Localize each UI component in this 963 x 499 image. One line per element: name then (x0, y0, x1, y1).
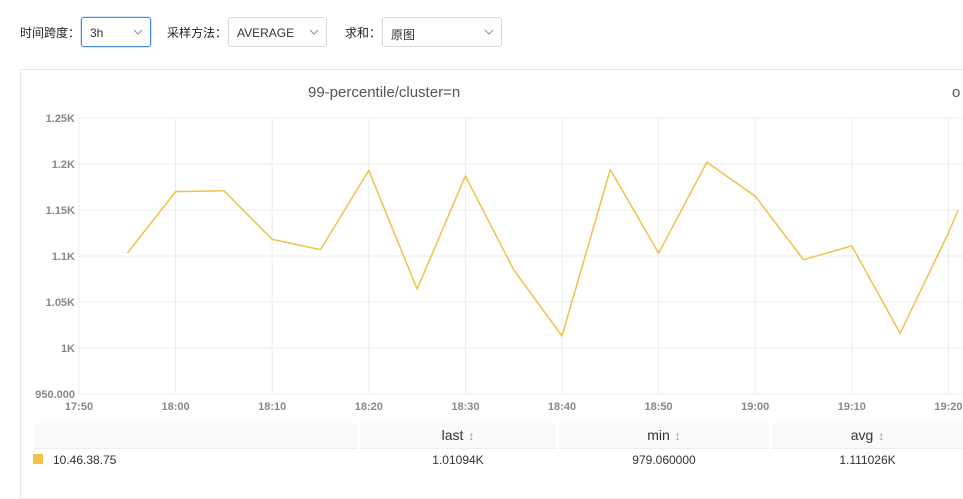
last-header-label: last (441, 427, 464, 443)
chart-title: 99-percentile/cluster=n (308, 84, 461, 101)
legend-last-value: 1.01094K (432, 453, 484, 467)
y-tick-label: 950.000 (35, 389, 75, 401)
x-tick-label: 19:00 (741, 401, 769, 413)
sort-icon: ↕ (468, 429, 475, 443)
series-line (126, 161, 959, 337)
legend-min-value: 979.060000 (632, 453, 696, 467)
sort-icon: ↕ (878, 429, 885, 443)
legend-header-last[interactable]: last ↕ (360, 423, 556, 448)
min-header-label: min (647, 427, 670, 443)
x-tick-label: 18:00 (162, 401, 190, 413)
y-tick-label: 1.2K (52, 159, 75, 171)
sort-icon: ↕ (674, 429, 681, 443)
line-chart: 17:50 18:00 18:10 18:20 18:30 18:40 18:50 19:00… (35, 113, 963, 413)
legend-avg-value: 1.111026K (839, 453, 896, 467)
x-tick-label: 18:20 (355, 401, 383, 413)
legend-table: last ↕ min ↕ avg ↕ 10.46.38.75 1.01094K 979… (33, 423, 963, 473)
title-gap (478, 80, 948, 104)
y-tick-label: 1.05K (46, 297, 75, 309)
x-axis: 17:50 18:00 18:10 18:20 18:30 18:40 18:50 19:00… (65, 401, 963, 413)
y-tick-label: 1.25K (46, 113, 75, 125)
legend-header-avg[interactable]: avg ↕ (772, 423, 963, 448)
chart-series (126, 161, 959, 337)
legend-color-swatch (33, 454, 43, 464)
x-tick-label: 18:40 (548, 401, 576, 413)
legend-header-min[interactable]: min ↕ (559, 423, 769, 448)
y-tick-label: 1.15K (46, 205, 75, 217)
x-tick-label: 18:50 (645, 401, 673, 413)
x-tick-label: 18:30 (451, 401, 479, 413)
avg-header-label: avg (850, 427, 874, 443)
legend-series-name[interactable]: 10.46.38.75 (53, 451, 116, 469)
x-tick-label: 17:50 (65, 401, 93, 413)
x-tick-label: 19:10 (838, 401, 866, 413)
legend-header-name (33, 423, 357, 449)
chart-title-tail: o (952, 84, 961, 101)
y-tick-label: 1.1K (52, 251, 75, 263)
y-tick-label: 1K (61, 343, 75, 355)
x-tick-label: 18:10 (258, 401, 286, 413)
chart-grid (78, 117, 963, 395)
y-axis: 950.000 1K 1.05K 1.1K 1.15K 1.2K 1.25K (35, 113, 75, 401)
x-tick-label: 19:20 (934, 401, 962, 413)
